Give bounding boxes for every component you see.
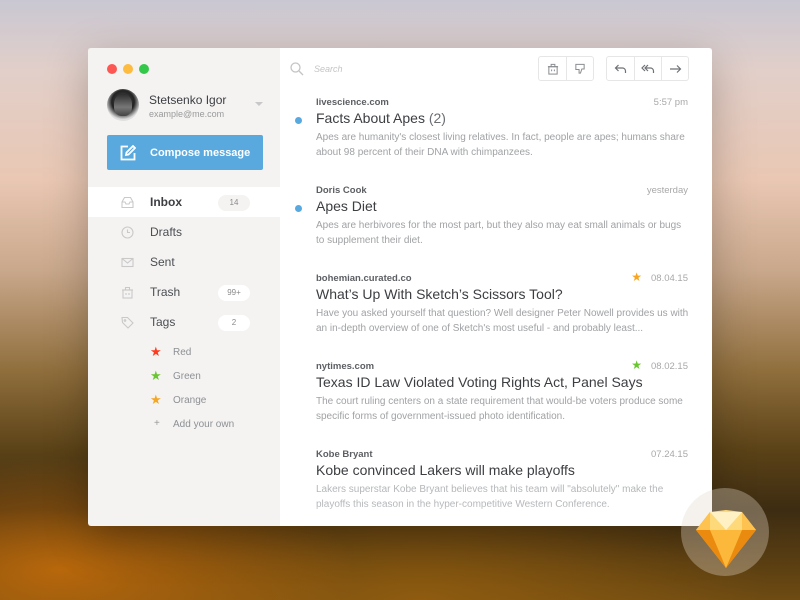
star-icon: ★ [150,344,162,359]
reply-actions-group [606,56,689,81]
email-time: yesterday [646,185,688,196]
star-icon: ★ [150,392,162,407]
maximize-window-button[interactable] [139,64,149,74]
email-time: 5:57 pm [653,97,688,108]
search-input[interactable] [314,64,464,74]
tag-icon [121,316,134,329]
email-subject-text: Facts About Apes [316,110,425,126]
mailbox-nav: Inbox 14 Drafts Sent Trash 99+ Tags 2 [88,187,280,337]
avatar [107,89,139,121]
email-sender: Doris Cook [316,185,367,196]
delete-button[interactable] [539,57,566,80]
reply-all-button[interactable] [634,57,661,80]
edit-icon [120,144,136,160]
email-time: 07.24.15 [651,449,688,460]
chevron-down-icon[interactable] [255,102,263,106]
nav-item-trash[interactable]: Trash 99+ [88,277,280,307]
unread-count-badge: 14 [218,195,250,211]
profile-name: Stetsenko Igor [149,93,227,107]
trash-count-badge: 99+ [218,285,250,301]
email-preview: Have you asked yourself that question? W… [316,308,689,334]
email-list-item[interactable]: livescience.com 5:57 pm Facts About Apes… [280,95,712,183]
message-list-pane: livescience.com 5:57 pm Facts About Apes… [280,48,712,526]
email-list-item[interactable]: Doris Cook yesterday Apes Diet Apes are … [280,183,712,271]
thumbs-down-icon [575,63,585,74]
email-list: livescience.com 5:57 pm Facts About Apes… [280,95,712,526]
tag-item-orange[interactable]: ★ Orange [88,390,280,414]
reply-button[interactable] [607,57,634,80]
profile-email: example@me.com [149,109,225,119]
clock-icon [121,226,134,239]
reply-icon [614,64,627,73]
add-tag-button[interactable]: + Add your own [88,414,280,438]
trash-icon [122,286,133,299]
email-sender: Kobe Bryant [316,449,373,460]
search-icon [290,62,304,76]
tag-label: Orange [173,395,207,406]
envelope-icon [121,257,134,268]
reply-all-icon [641,64,655,73]
email-list-item[interactable]: bohemian.curated.co ★ 08.04.15 What’s Up… [280,271,712,359]
nav-label: Drafts [150,225,183,239]
dislike-button[interactable] [566,57,593,80]
message-actions-group [538,56,594,81]
email-subject: Kobe convinced Lakers will make playoffs [316,462,575,478]
thread-count: (2) [428,110,446,126]
email-subject: Facts About Apes (2) [316,110,446,126]
forward-icon [669,64,681,73]
star-icon[interactable]: ★ [631,271,642,284]
gorilla-avatar-icon [114,94,132,116]
email-preview: The court ruling centers on a state requ… [316,396,683,422]
nav-item-drafts[interactable]: Drafts [88,217,280,247]
inbox-icon [121,196,134,209]
compose-label: Compose message [150,146,251,159]
email-sender: livescience.com [316,97,389,108]
email-time: 08.04.15 [651,273,688,284]
forward-button[interactable] [661,57,688,80]
nav-item-inbox[interactable]: Inbox 14 [88,187,280,217]
email-subject: What’s Up With Sketch’s Scissors Tool? [316,286,563,302]
sidebar: Stetsenko Igor example@me.com Compose me… [88,48,280,526]
trash-icon [547,63,558,75]
nav-label: Sent [150,255,175,269]
minimize-window-button[interactable] [123,64,133,74]
close-window-button[interactable] [107,64,117,74]
star-icon[interactable]: ★ [631,359,642,372]
nav-label: Trash [150,285,181,299]
add-tag-label: Add your own [173,419,235,430]
account-switcher[interactable]: Stetsenko Igor example@me.com [107,89,267,123]
tag-label: Green [173,371,201,382]
star-icon: ★ [150,368,162,383]
email-sender: bohemian.curated.co [316,273,412,284]
unread-indicator [295,117,302,124]
mail-app-window: Stetsenko Igor example@me.com Compose me… [88,48,712,526]
sketch-logo-badge [678,488,774,584]
email-preview: Apes are humanity's closest living relat… [316,132,685,158]
nav-label: Tags [150,315,176,329]
email-subject: Texas ID Law Violated Voting Rights Act,… [316,374,643,390]
email-sender: nytimes.com [316,361,375,372]
tags-count-badge: 2 [218,315,250,331]
list-fade-overlay [280,504,712,526]
email-list-item[interactable]: nytimes.com ★ 08.02.15 Texas ID Law Viol… [280,359,712,447]
nav-label: Inbox [150,195,182,209]
tag-list: ★ Red ★ Green ★ Orange + Add your own [88,342,280,438]
unread-indicator [295,205,302,212]
tag-label: Red [173,347,192,358]
sketch-diamond-icon [696,510,756,568]
email-preview: Apes are herbivores for the most part, b… [316,220,682,246]
window-controls [107,64,149,74]
plus-icon: + [154,418,160,429]
tag-item-red[interactable]: ★ Red [88,342,280,366]
nav-item-tags[interactable]: Tags 2 [88,307,280,337]
email-subject: Apes Diet [316,198,377,214]
search-bar [290,62,464,76]
tag-item-green[interactable]: ★ Green [88,366,280,390]
compose-message-button[interactable]: Compose message [107,135,263,170]
email-time: 08.02.15 [651,361,688,372]
nav-item-sent[interactable]: Sent [88,247,280,277]
